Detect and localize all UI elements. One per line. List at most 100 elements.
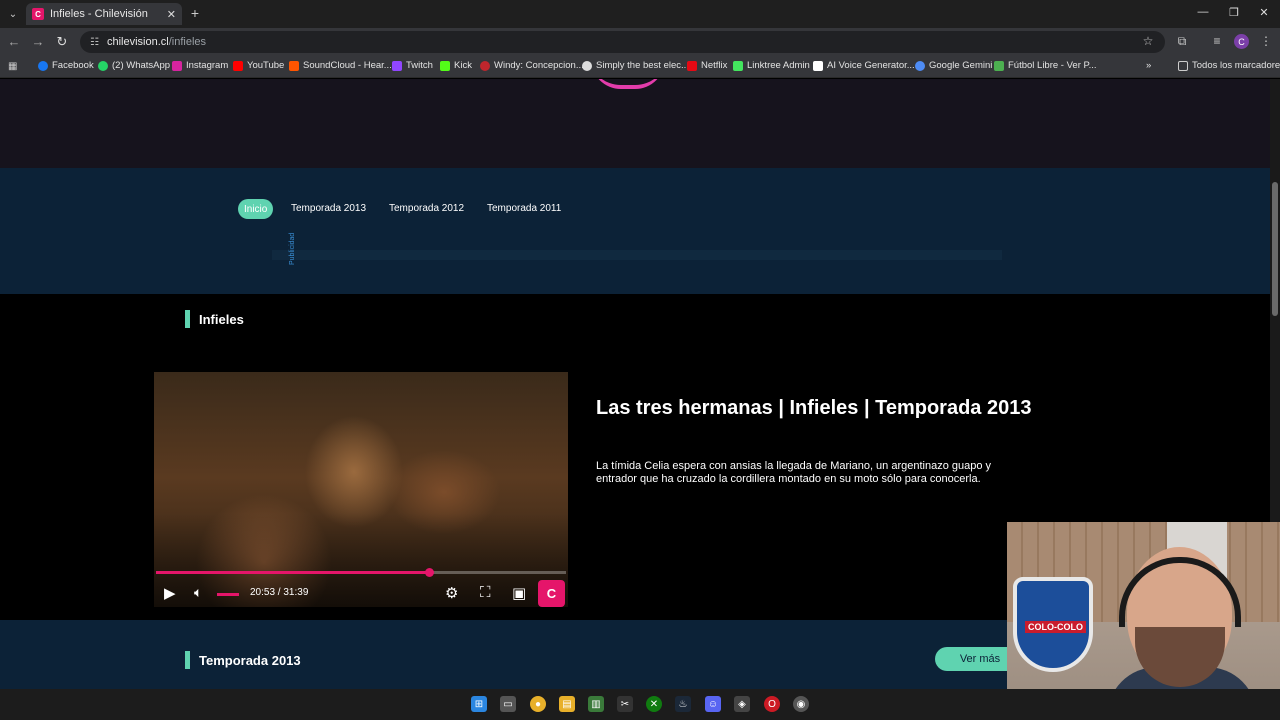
discord-icon[interactable]: ☺ [705, 696, 721, 712]
url-path: /infieles [168, 36, 207, 48]
fullscreen-icon[interactable]: ⛶ [480, 584, 491, 601]
windy-icon [480, 60, 490, 71]
file-explorer-icon[interactable]: ▤ [559, 696, 575, 712]
bookmark-label: YouTube [247, 60, 285, 71]
document-icon[interactable]: ▥ [588, 696, 604, 712]
chv-brand-icon[interactable]: C [538, 580, 565, 607]
progress-knob[interactable] [424, 568, 434, 577]
bookmark-label: Google Gemini [929, 60, 993, 71]
ad-label: Publicidad [289, 232, 296, 265]
forward-icon[interactable]: → [30, 34, 46, 49]
bookmark-instagram[interactable]: Instagram [172, 60, 228, 71]
task-view-icon[interactable]: ▭ [500, 696, 516, 712]
back-icon[interactable]: ← [6, 34, 22, 49]
close-window-icon[interactable]: ✕ [1257, 6, 1271, 19]
bookmark-futbol-libre[interactable]: Fútbol Libre - Ver P... [994, 60, 1097, 71]
start-icon[interactable]: ⊞ [471, 696, 487, 712]
chrome-icon[interactable]: ● [530, 696, 546, 712]
bookmark-label: Simply the best elec... [596, 60, 689, 71]
gemini-icon [915, 60, 925, 71]
xbox-icon[interactable]: ✕ [646, 696, 662, 712]
bookmark-youtube[interactable]: YouTube [233, 60, 284, 71]
bookmark-linktree[interactable]: Linktree Admin [733, 60, 810, 71]
site-info-icon[interactable]: ☷ [90, 37, 99, 48]
bookmark-star-icon[interactable]: ☆ [1140, 34, 1156, 48]
media-controls-icon[interactable]: ≡ [1209, 34, 1225, 48]
twitch-icon [392, 60, 402, 71]
soundcloud-icon [289, 60, 299, 71]
bookmark-gemini[interactable]: Google Gemini [915, 60, 992, 71]
bookmark-netflix[interactable]: Netflix [687, 60, 727, 71]
tab-search-icon[interactable]: ⌄ [4, 5, 22, 23]
bookmark-ai-voice[interactable]: AI Voice Generator... [813, 60, 915, 71]
folder-icon [1178, 60, 1188, 71]
whatsapp-icon [98, 60, 108, 71]
nav-inicio[interactable]: Inicio [238, 199, 274, 219]
picture-in-picture-icon[interactable]: ▣ [512, 584, 526, 602]
profile-avatar[interactable]: C [1234, 34, 1249, 49]
windows-taskbar: ⊞ ▭ ● ▤ ▥ ✂ ✕ ♨ ☺ ◈ O ◉ [0, 689, 1280, 720]
all-bookmarks-label: Todos los marcadores [1192, 60, 1280, 71]
youtube-icon [233, 60, 243, 71]
netflix-icon [687, 60, 697, 71]
reload-icon[interactable]: ↻ [54, 34, 70, 50]
play-icon[interactable]: ▶ [164, 584, 176, 602]
apps-grid-icon[interactable]: ▦ [8, 61, 17, 72]
site-logo[interactable] [591, 79, 665, 89]
bookmark-label: AI Voice Generator... [827, 60, 915, 71]
bookmark-windy[interactable]: Windy: Concepcion... [480, 60, 584, 71]
section-title: Infieles [199, 311, 244, 327]
menu-kebab-icon[interactable]: ⋮ [1258, 34, 1274, 48]
futbol-libre-icon [994, 60, 1004, 71]
video-time: 20:53 / 31:39 [250, 587, 309, 598]
minimize-icon[interactable]: — [1196, 6, 1210, 18]
section-heading-temporada-2013: Temporada 2013 [185, 651, 301, 669]
bookmark-soundcloud[interactable]: SoundCloud - Hear... [289, 60, 392, 71]
bookmark-label: Twitch [406, 60, 433, 71]
more-bookmarks-icon[interactable]: » [1146, 60, 1151, 71]
settings-gear-icon[interactable]: ⚙ [445, 584, 458, 602]
browser-toolbar: ← → ↻ ☷ chilevision.cl/infieles ☆ ⧉ ≡ C … [0, 28, 1280, 56]
kick-icon [440, 60, 450, 71]
ad-banner[interactable] [272, 250, 1002, 260]
headphones-icon [582, 60, 592, 71]
progress-fill [156, 571, 429, 574]
scrollbar-thumb[interactable] [1272, 182, 1278, 316]
opera-icon[interactable]: O [764, 696, 780, 712]
tab-close-icon[interactable]: ✕ [167, 8, 176, 21]
steam-icon[interactable]: ♨ [675, 696, 691, 712]
all-bookmarks[interactable]: Todos los marcadores [1178, 60, 1280, 71]
bookmark-kick[interactable]: Kick [440, 60, 472, 71]
volume-slider[interactable] [217, 593, 239, 596]
browser-tab-active[interactable]: C Infieles - Chilevisión ✕ [26, 3, 182, 25]
nav-temporada-2011[interactable]: Temporada 2011 [487, 203, 561, 214]
accent-bar [185, 310, 190, 328]
chv-favicon-icon: C [32, 8, 44, 20]
bookmark-label: SoundCloud - Hear... [303, 60, 392, 71]
restore-icon[interactable]: ❐ [1227, 6, 1241, 19]
epic-games-icon[interactable]: ◈ [734, 696, 750, 712]
capcut-icon[interactable]: ✂ [617, 696, 633, 712]
new-tab-button[interactable]: + [188, 5, 202, 21]
obs-icon[interactable]: ◉ [793, 696, 809, 712]
video-progress-bar[interactable] [156, 568, 566, 577]
bookmark-label: Netflix [701, 60, 728, 71]
bookmark-simply-best[interactable]: Simply the best elec... [582, 60, 689, 71]
nav-temporada-2012[interactable]: Temporada 2012 [389, 203, 464, 214]
bookmark-label: Facebook [52, 60, 94, 71]
video-player[interactable]: ▶ 🔈︎ 20:53 / 31:39 ⚙ ⛶ ▣ C [154, 372, 568, 607]
bookmark-facebook[interactable]: Facebook [38, 60, 94, 71]
bookmark-whatsapp[interactable]: (2) WhatsApp [98, 60, 170, 71]
tab-title: Infieles - Chilevisión [50, 8, 148, 20]
headset-icon [1119, 557, 1241, 627]
extensions-icon[interactable]: ⧉ [1174, 34, 1190, 49]
volume-icon[interactable]: 🔈︎ [194, 584, 202, 601]
address-bar[interactable]: ☷ chilevision.cl/infieles [80, 31, 1165, 53]
bookmark-label: (2) WhatsApp [112, 60, 171, 71]
season-title: Temporada 2013 [199, 652, 301, 668]
browser-titlebar: ⌄ C Infieles - Chilevisión ✕ + — ❐ ✕ [0, 0, 1280, 28]
bookmark-twitch[interactable]: Twitch [392, 60, 433, 71]
shield-text: COLO-COLO [1025, 621, 1086, 633]
facebook-icon [38, 60, 48, 71]
nav-temporada-2013[interactable]: Temporada 2013 [291, 203, 366, 214]
